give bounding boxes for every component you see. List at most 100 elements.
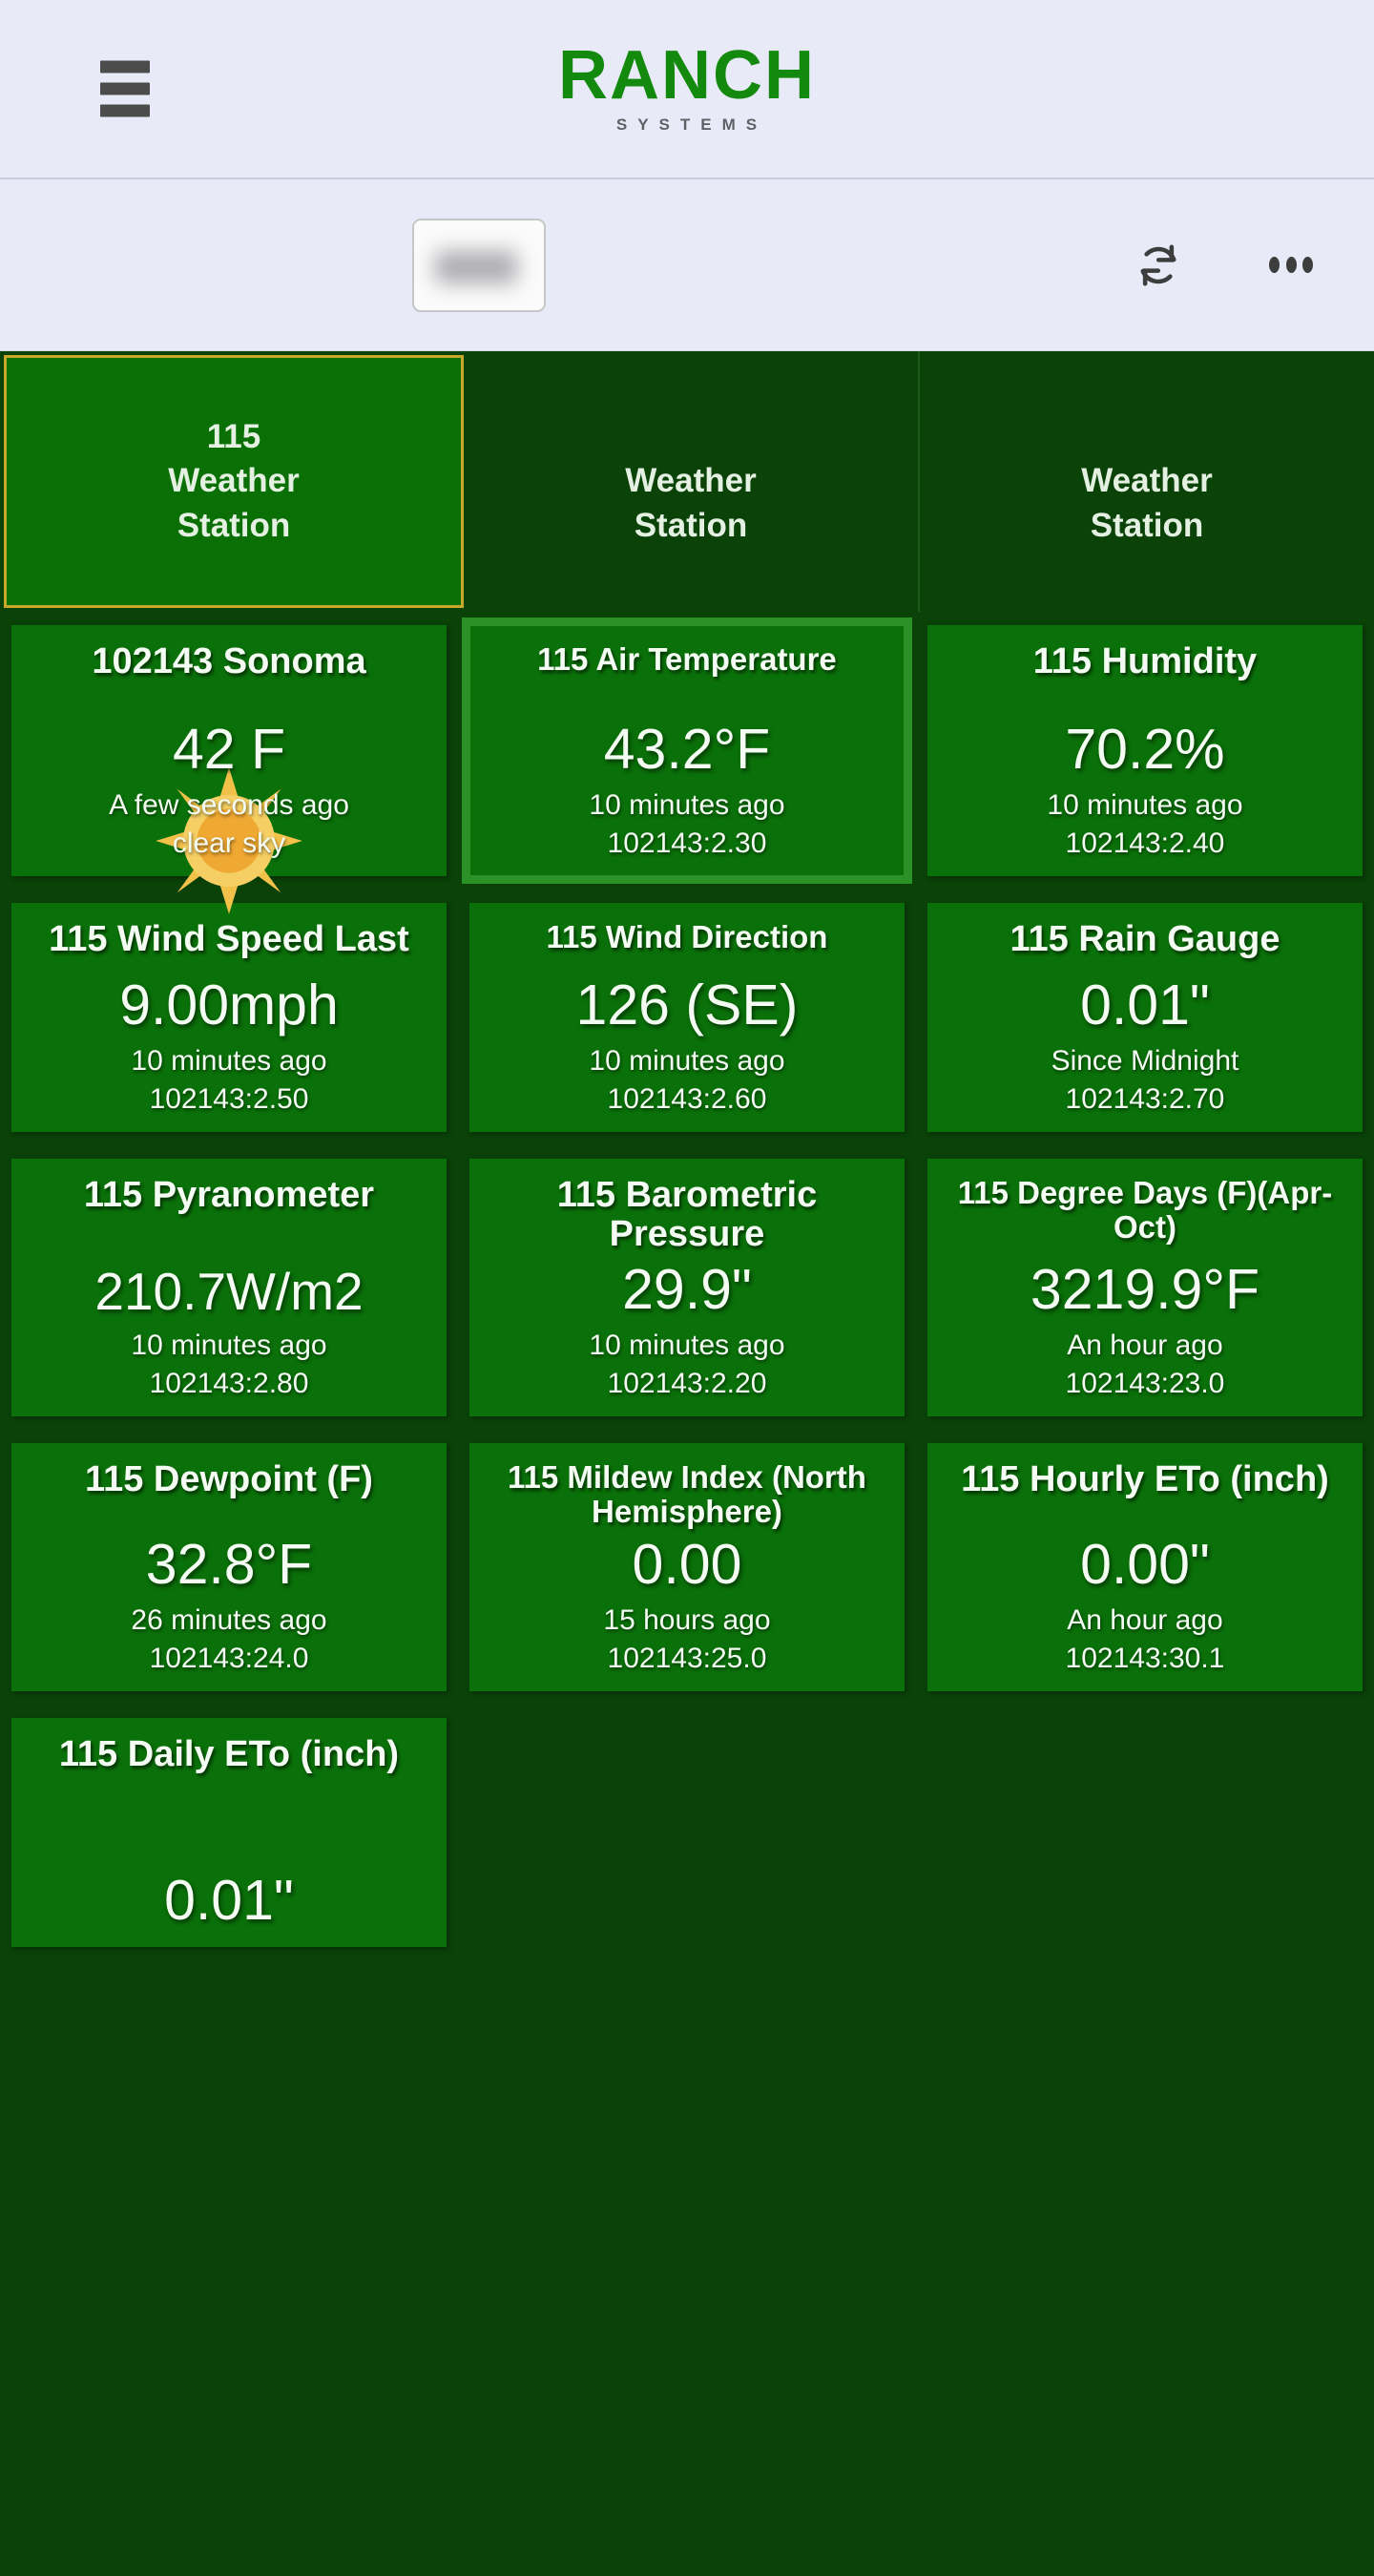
grid-cell: 115 Wind Direction 126 (SE) 10 minutes a… [458,890,916,1145]
brand-name: RANCH [558,36,816,114]
card-sensor-id: 102143:2.30 [607,827,767,860]
sensor-card-dewpoint[interactable]: 115 Dewpoint (F) 32.8°F 26 minutes ago 1… [11,1443,447,1691]
station-tab-id-redacted [1129,415,1166,460]
grid-cell: 115 Pyranometer 210.7W/m2 10 minutes ago… [0,1145,458,1430]
card-value: 0.01" [164,1868,294,1932]
card-timestamp: A few seconds ago [109,789,349,822]
card-title: 102143 Sonoma [92,641,366,681]
sensor-card-humidity[interactable]: 115 Humidity 70.2% 10 minutes ago 102143… [926,625,1363,877]
sensor-card-pyranometer[interactable]: 115 Pyranometer 210.7W/m2 10 minutes ago… [11,1159,447,1417]
card-value: 210.7W/m2 [94,1261,364,1321]
toolbar [0,179,1374,351]
hamburger-menu-icon[interactable] [100,60,150,117]
card-title: 115 Barometric Pressure [556,1175,818,1255]
sensor-card-wind-speed[interactable]: 115 Wind Speed Last 9.00mph 10 minutes a… [11,903,447,1133]
card-title: 115 Mildew Index (North Hemisphere) [508,1459,866,1529]
sensor-card-grid: 102143 Sonoma 42 F A few seconds ago cle… [0,612,1374,1960]
grid-cell: 115 Rain Gauge 0.01" Since Midnight 1021… [916,890,1374,1145]
hamburger-bar [100,82,150,95]
card-sensor-id: 102143:30.1 [1065,1642,1225,1674]
station-tab-id-redacted [663,415,718,460]
card-title: 115 Daily ETo (inch) [58,1733,400,1774]
card-sensor-id: 102143:23.0 [1065,1368,1225,1400]
app-header: RANCH SYSTEMS [0,0,1374,179]
grid-cell: 115 Mildew Index (North Hemisphere) 0.00… [458,1430,916,1704]
sensor-card-mildew-index[interactable]: 115 Mildew Index (North Hemisphere) 0.00… [468,1443,905,1691]
station-tab-115[interactable]: 115 Weather Station [4,355,464,608]
more-dot [1302,257,1313,273]
search-input[interactable] [412,218,546,312]
more-dot [1269,257,1280,273]
station-tab-2[interactable]: Weather Station [464,351,920,612]
card-timestamp: 10 minutes ago [589,1045,785,1078]
card-value: 32.8°F [145,1532,313,1596]
card-title: 115 Rain Gauge [1010,919,1280,960]
grid-cell: 115 Barometric Pressure 29.9" 10 minutes… [458,1145,916,1430]
card-value: 126 (SE) [575,974,799,1037]
sensor-card-daily-eto[interactable]: 115 Daily ETo (inch) 0.01" [11,1717,447,1947]
card-condition: clear sky [172,827,286,860]
card-timestamp: An hour ago [1067,1330,1223,1362]
station-tab-label-2: Station [634,506,748,544]
card-timestamp: 26 minutes ago [131,1603,327,1636]
card-title: 115 Degree Days (F)(Apr-Oct) [957,1175,1333,1245]
card-timestamp: An hour ago [1067,1603,1223,1636]
card-sensor-id: 102143:25.0 [607,1642,767,1674]
card-timestamp: 10 minutes ago [131,1330,327,1362]
card-sensor-id: 102143:2.80 [149,1368,309,1400]
grid-cell: 115 Air Temperature 43.2°F 10 minutes ag… [458,612,916,890]
sensor-card-hourly-eto[interactable]: 115 Hourly ETo (inch) 0.00" An hour ago … [926,1443,1363,1691]
sensor-card-degree-days[interactable]: 115 Degree Days (F)(Apr-Oct) 3219.9°F An… [926,1159,1363,1417]
card-value: 3219.9°F [1030,1258,1260,1322]
grid-cell: 115 Humidity 70.2% 10 minutes ago 102143… [916,612,1374,890]
card-timestamp: 10 minutes ago [131,1045,327,1078]
card-value: 42 F [172,718,286,782]
sensor-card-rain-gauge[interactable]: 115 Rain Gauge 0.01" Since Midnight 1021… [926,903,1363,1133]
station-tab-label-2: Station [177,506,291,544]
card-value: 29.9" [622,1258,752,1322]
card-timestamp: 10 minutes ago [589,789,785,822]
card-timestamp: 10 minutes ago [589,1330,785,1362]
card-title: 115 Wind Direction [546,919,828,955]
station-tabs: 115 Weather Station Weather Station Weat… [0,351,1374,612]
card-value: 70.2% [1065,718,1225,782]
grid-cell: 115 Degree Days (F)(Apr-Oct) 3219.9°F An… [916,1145,1374,1430]
grid-cell: 115 Daily ETo (inch) 0.01" [0,1705,458,1960]
station-tab-label-2: Station [1090,506,1204,544]
station-tab-id: 115 [206,417,261,455]
sensor-card-wind-direction[interactable]: 115 Wind Direction 126 (SE) 10 minutes a… [468,903,905,1133]
card-sensor-id: 102143:2.40 [1065,827,1225,860]
card-sensor-id: 102143:2.70 [1065,1083,1225,1116]
card-title: 115 Hourly ETo (inch) [961,1459,1329,1500]
card-title: 115 Humidity [1032,641,1258,681]
grid-cell: 102143 Sonoma 42 F A few seconds ago cle… [0,612,458,914]
card-sensor-id: 102143:2.60 [607,1083,767,1116]
card-sensor-id: 102143:2.20 [607,1368,767,1400]
card-sensor-id: 102143:24.0 [149,1642,309,1674]
card-value: 9.00mph [119,974,339,1037]
card-value: 0.00" [1080,1532,1210,1596]
station-tab-label-1: Weather [168,462,300,500]
station-tab-label-1: Weather [625,462,757,500]
card-timestamp: 10 minutes ago [1047,789,1243,822]
hamburger-bar [100,104,150,117]
card-value: 0.01" [1080,974,1210,1037]
card-title: 115 Wind Speed Last [49,919,409,960]
brand-tagline: SYSTEMS [615,115,768,135]
card-title: 115 Dewpoint (F) [85,1459,373,1500]
sensor-card-sonoma-weather[interactable]: 102143 Sonoma 42 F A few seconds ago cle… [11,625,447,914]
station-tab-3[interactable]: Weather Station [920,351,1374,612]
brand-logo: RANCH SYSTEMS [0,36,1374,135]
card-value: 0.00 [632,1532,742,1596]
sensor-card-barometric-pressure[interactable]: 115 Barometric Pressure 29.9" 10 minutes… [468,1159,905,1417]
card-timestamp: Since Midnight [1051,1045,1239,1078]
more-options-icon[interactable] [1269,256,1313,275]
card-title: 115 Air Temperature [537,641,837,677]
card-value: 43.2°F [603,718,771,782]
sensor-card-air-temperature[interactable]: 115 Air Temperature 43.2°F 10 minutes ag… [461,617,912,885]
search-redacted-value [435,250,517,283]
grid-cell: 115 Wind Speed Last 9.00mph 10 minutes a… [0,890,458,1145]
refresh-icon[interactable] [1134,241,1183,290]
grid-cell: 115 Dewpoint (F) 32.8°F 26 minutes ago 1… [0,1430,458,1704]
grid-cell: 115 Hourly ETo (inch) 0.00" An hour ago … [916,1430,1374,1704]
